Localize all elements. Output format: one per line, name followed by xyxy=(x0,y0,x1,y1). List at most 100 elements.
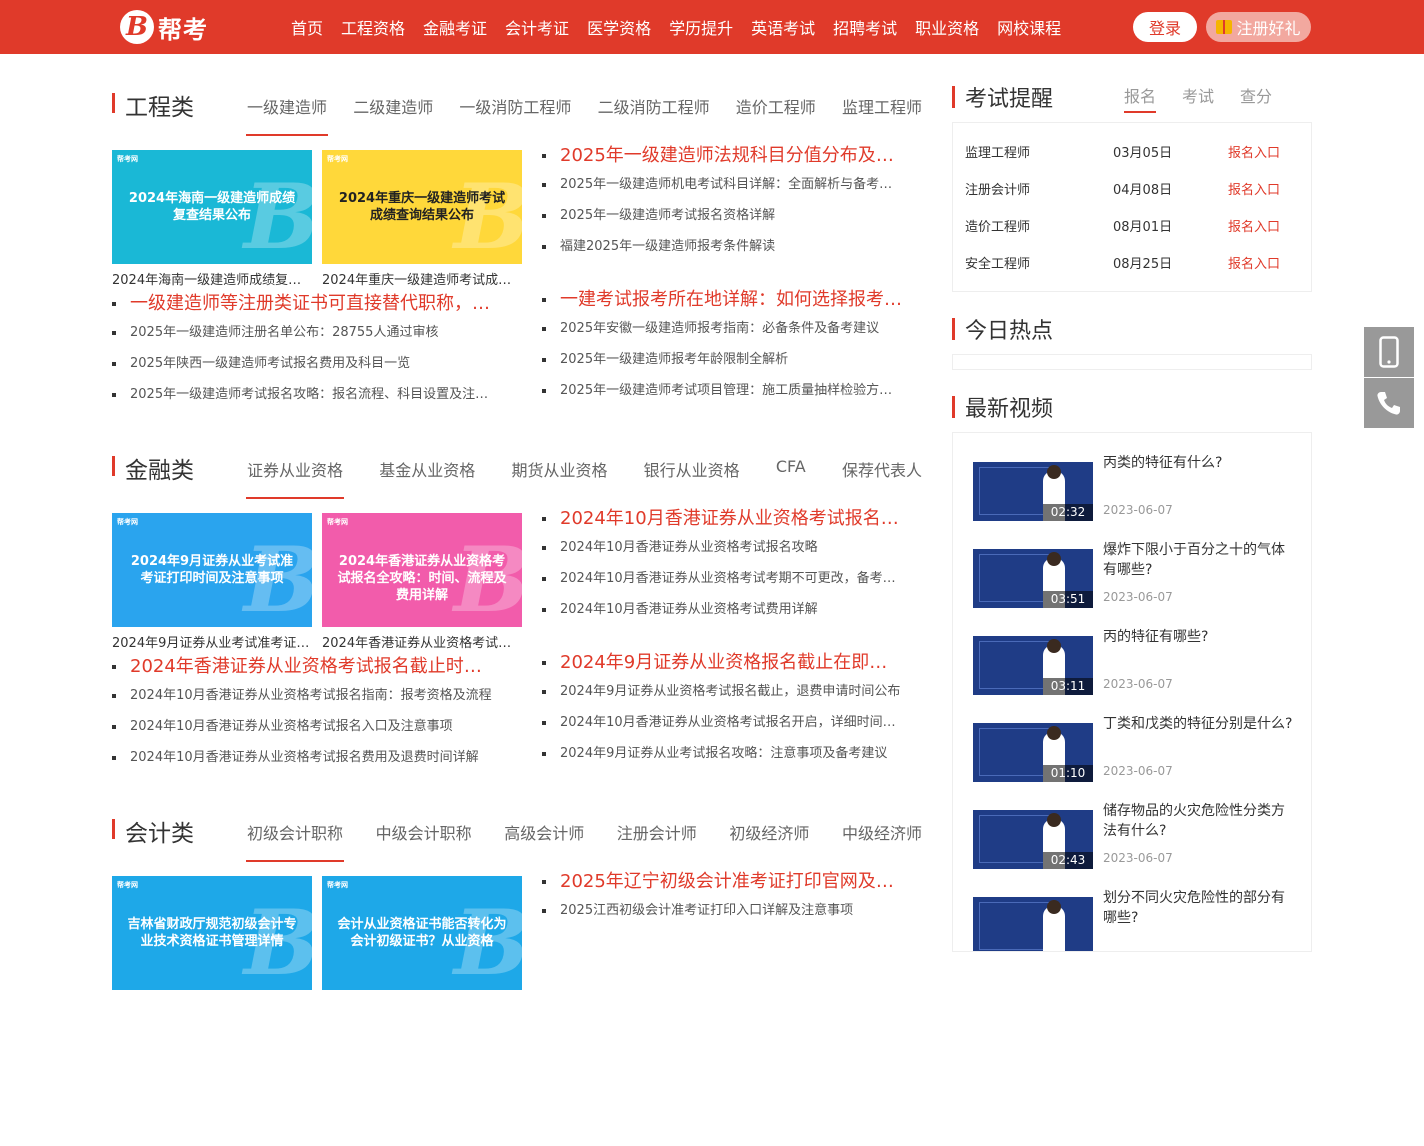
video-thumbnail[interactable] xyxy=(973,888,1093,951)
article-thumb[interactable]: 帮考网B会计从业资格证书能否转化为会计初级证书？从业资格 xyxy=(322,876,522,990)
article-thumb[interactable]: 帮考网B2024年香港证券从业资格考试报名全攻略：时间、流程及费用详解2024年… xyxy=(322,513,522,651)
news-link[interactable]: 福建2025年一级建造师报考条件解读 xyxy=(542,231,902,262)
mobile-button[interactable] xyxy=(1364,327,1414,377)
news-link[interactable]: 2025年一级建造师考试报名攻略：报名流程、科目设置及注意事项 xyxy=(112,379,492,410)
news-link[interactable]: 2025年陕西一级建造师考试报名费用及科目一览 xyxy=(112,348,492,379)
section-tab[interactable]: CFA xyxy=(776,457,806,499)
nav-item[interactable]: 会计考证 xyxy=(505,15,569,39)
video-item[interactable]: 03:51 爆炸下限小于百分之十的气体有哪些? 2023-06-07 xyxy=(953,540,1311,627)
video-item[interactable]: 03:11 丙的特征有哪些? 2023-06-07 xyxy=(953,627,1311,714)
news-link[interactable]: 2024年10月香港证券从业资格考试报名费用及退费时间详解 xyxy=(112,742,492,773)
article-thumb[interactable]: 帮考网B2024年海南一级建造师成绩复查结果公布2024年海南一级建造师成绩复查… xyxy=(112,150,312,288)
video-thumbnail[interactable]: 02:43 xyxy=(973,801,1093,869)
news-link[interactable]: 2025年一级建造师考试项目管理：施工质量抽样检验方法详解 xyxy=(542,375,902,406)
exam-date: 08月01日 xyxy=(1113,220,1173,235)
video-thumbnail[interactable]: 02:32 xyxy=(973,453,1093,521)
video-item[interactable]: 02:32 丙类的特征有什么? 2023-06-07 xyxy=(953,453,1311,540)
video-thumbnail[interactable]: 01:10 xyxy=(973,714,1093,782)
nav-item[interactable]: 职业资格 xyxy=(915,15,979,39)
video-date: 2023-06-07 xyxy=(1103,590,1173,604)
headline-link[interactable]: 2024年香港证券从业资格考试报名截止时间及注意事项 xyxy=(112,654,492,680)
nav-item[interactable]: 金融考证 xyxy=(423,15,487,39)
signup-link[interactable]: 报名入口 xyxy=(1228,179,1280,198)
site-logo[interactable]: B 帮考 xyxy=(120,9,208,45)
news-link[interactable]: 2024年10月香港证券从业资格考试考期不可更改，备考需谨慎 xyxy=(542,563,902,594)
tab-score[interactable]: 查分 xyxy=(1240,83,1272,113)
section-tab[interactable]: 二级消防工程师 xyxy=(598,94,710,136)
signup-link[interactable]: 报名入口 xyxy=(1228,142,1280,161)
video-duration: 01:10 xyxy=(1043,765,1093,782)
section-tab[interactable]: 一级消防工程师 xyxy=(459,94,571,136)
exam-reminder: 考试提醒 报名 考试 查分 监理工程师 03月05日 报名入口 注册会计师 04月08日… xyxy=(952,78,1312,292)
thumb-caption[interactable]: 2024年香港证券从业资格考试报名全攻略 xyxy=(322,632,522,651)
nav-item[interactable]: 首页 xyxy=(291,15,323,39)
register-button[interactable]: 注册好礼 xyxy=(1206,12,1311,42)
nav-item[interactable]: 学历提升 xyxy=(669,15,733,39)
video-item[interactable]: 01:10 丁类和戊类的特征分别是什么? 2023-06-07 xyxy=(953,714,1311,801)
news-link[interactable]: 2024年10月香港证券从业资格考试报名开启，详细时间安排 xyxy=(542,707,902,738)
news-link[interactable]: 2025年一级建造师机电考试科目详解：全面解析与备考指南 xyxy=(542,169,902,200)
headline-link[interactable]: 一级建造师等注册类证书可直接替代职称，都有哪些？ xyxy=(112,291,492,317)
news-link[interactable]: 2024年10月香港证券从业资格考试报名指南：报考资格及流程 xyxy=(112,680,492,711)
nav-item[interactable]: 医学资格 xyxy=(587,15,651,39)
news-link[interactable]: 2024年10月香港证券从业资格考试报名入口及注意事项 xyxy=(112,711,492,742)
thumb-caption[interactable]: 2024年重庆一级建造师考试成绩查询结果公布 xyxy=(322,269,522,288)
article-thumb[interactable]: 帮考网B吉林省财政厅规范初级会计专业技术资格证书管理详情 xyxy=(112,876,312,990)
video-title[interactable]: 划分不同火灾危险性的部分有哪些? xyxy=(1103,888,1293,928)
section-tab[interactable]: 二级建造师 xyxy=(353,94,433,136)
video-thumbnail[interactable]: 03:51 xyxy=(973,540,1093,608)
thumb-caption[interactable]: 2024年海南一级建造师成绩复查结果公布 xyxy=(112,269,312,288)
article-thumb[interactable]: 帮考网B2024年重庆一级建造师考试成绩查询结果公布2024年重庆一级建造师考试… xyxy=(322,150,522,288)
video-title[interactable]: 丙类的特征有什么? xyxy=(1103,453,1293,473)
news-link[interactable]: 2024年9月证券从业资格考试报名截止，退费申请时间公布 xyxy=(542,676,902,707)
video-title[interactable]: 丁类和戊类的特征分别是什么? xyxy=(1103,714,1293,734)
thumb-caption[interactable]: 2024年9月证券从业考试准考证打印时间及注意事项 xyxy=(112,632,312,651)
section-tab[interactable]: 初级会计职称 xyxy=(245,820,345,862)
section-tab[interactable]: 一级建造师 xyxy=(245,94,329,136)
news-link[interactable]: 2025年一级建造师注册名单公布：28755人通过审核 xyxy=(112,317,492,348)
news-link[interactable]: 2025江西初级会计准考证打印入口详解及注意事项 xyxy=(542,895,902,926)
section-tab[interactable]: 高级会计师 xyxy=(504,820,584,862)
video-item[interactable]: 划分不同火灾危险性的部分有哪些? xyxy=(953,888,1311,951)
video-title[interactable]: 丙的特征有哪些? xyxy=(1103,627,1293,647)
news-link[interactable]: 2024年10月香港证券从业资格考试报名攻略 xyxy=(542,532,902,563)
section-tab[interactable]: 期货从业资格 xyxy=(511,457,607,499)
signup-link[interactable]: 报名入口 xyxy=(1228,216,1280,235)
nav-item[interactable]: 网校课程 xyxy=(997,15,1061,39)
section-tab[interactable]: 注册会计师 xyxy=(617,820,697,862)
video-item[interactable]: 02:43 储存物品的火灾危险性分类方法有什么? 2023-06-07 xyxy=(953,801,1311,888)
headline-link[interactable]: 2025年辽宁初级会计准考证打印官网及时间 xyxy=(542,869,902,895)
section-tab[interactable]: 银行从业资格 xyxy=(644,457,740,499)
tab-exam[interactable]: 考试 xyxy=(1182,83,1214,113)
headline-link[interactable]: 一建考试报考所在地详解：如何选择报考地点 xyxy=(542,287,902,313)
section-tab[interactable]: 证券从业资格 xyxy=(245,457,345,499)
news-link[interactable]: 2025年一级建造师考试报名资格详解 xyxy=(542,200,902,231)
headline-link[interactable]: 2024年10月香港证券从业资格考试报名时间公布 xyxy=(542,506,902,532)
news-link[interactable]: 2024年9月证券从业考试报名攻略：注意事项及备考建议 xyxy=(542,738,902,769)
section-tab[interactable]: 保荐代表人 xyxy=(842,457,922,499)
video-title[interactable]: 储存物品的火灾危险性分类方法有什么? xyxy=(1103,801,1293,841)
video-thumbnail[interactable]: 03:11 xyxy=(973,627,1093,695)
section-tab[interactable]: 造价工程师 xyxy=(736,94,816,136)
headline-link[interactable]: 2025年一级建造师法规科目分值分布及备考建议 xyxy=(542,143,902,169)
signup-link[interactable]: 报名入口 xyxy=(1228,253,1280,272)
nav-item[interactable]: 招聘考试 xyxy=(833,15,897,39)
section-tab[interactable]: 基金从业资格 xyxy=(379,457,475,499)
news-link[interactable]: 2024年10月香港证券从业资格考试费用详解 xyxy=(542,594,902,625)
call-button[interactable] xyxy=(1364,378,1414,428)
section-tab[interactable]: 中级经济师 xyxy=(842,820,922,862)
video-title[interactable]: 爆炸下限小于百分之十的气体有哪些? xyxy=(1103,540,1293,580)
video-duration: 03:11 xyxy=(1043,678,1093,695)
headline-link[interactable]: 2024年9月证券从业资格报名截止在即，抓紧时间 xyxy=(542,650,902,676)
section-tab[interactable]: 初级经济师 xyxy=(729,820,809,862)
article-thumb[interactable]: 帮考网B2024年9月证券从业考试准考证打印时间及注意事项2024年9月证券从业… xyxy=(112,513,312,651)
logo-icon: B xyxy=(120,10,154,44)
news-link[interactable]: 2025年安徽一级建造师报考指南：必备条件及备考建议 xyxy=(542,313,902,344)
section-tab[interactable]: 监理工程师 xyxy=(842,94,922,136)
login-button[interactable]: 登录 xyxy=(1133,12,1197,42)
section-tab[interactable]: 中级会计职称 xyxy=(376,820,472,862)
nav-item[interactable]: 工程资格 xyxy=(341,15,405,39)
nav-item[interactable]: 英语考试 xyxy=(751,15,815,39)
tab-signup[interactable]: 报名 xyxy=(1123,83,1156,113)
news-link[interactable]: 2025年一级建造师报考年龄限制全解析 xyxy=(542,344,902,375)
